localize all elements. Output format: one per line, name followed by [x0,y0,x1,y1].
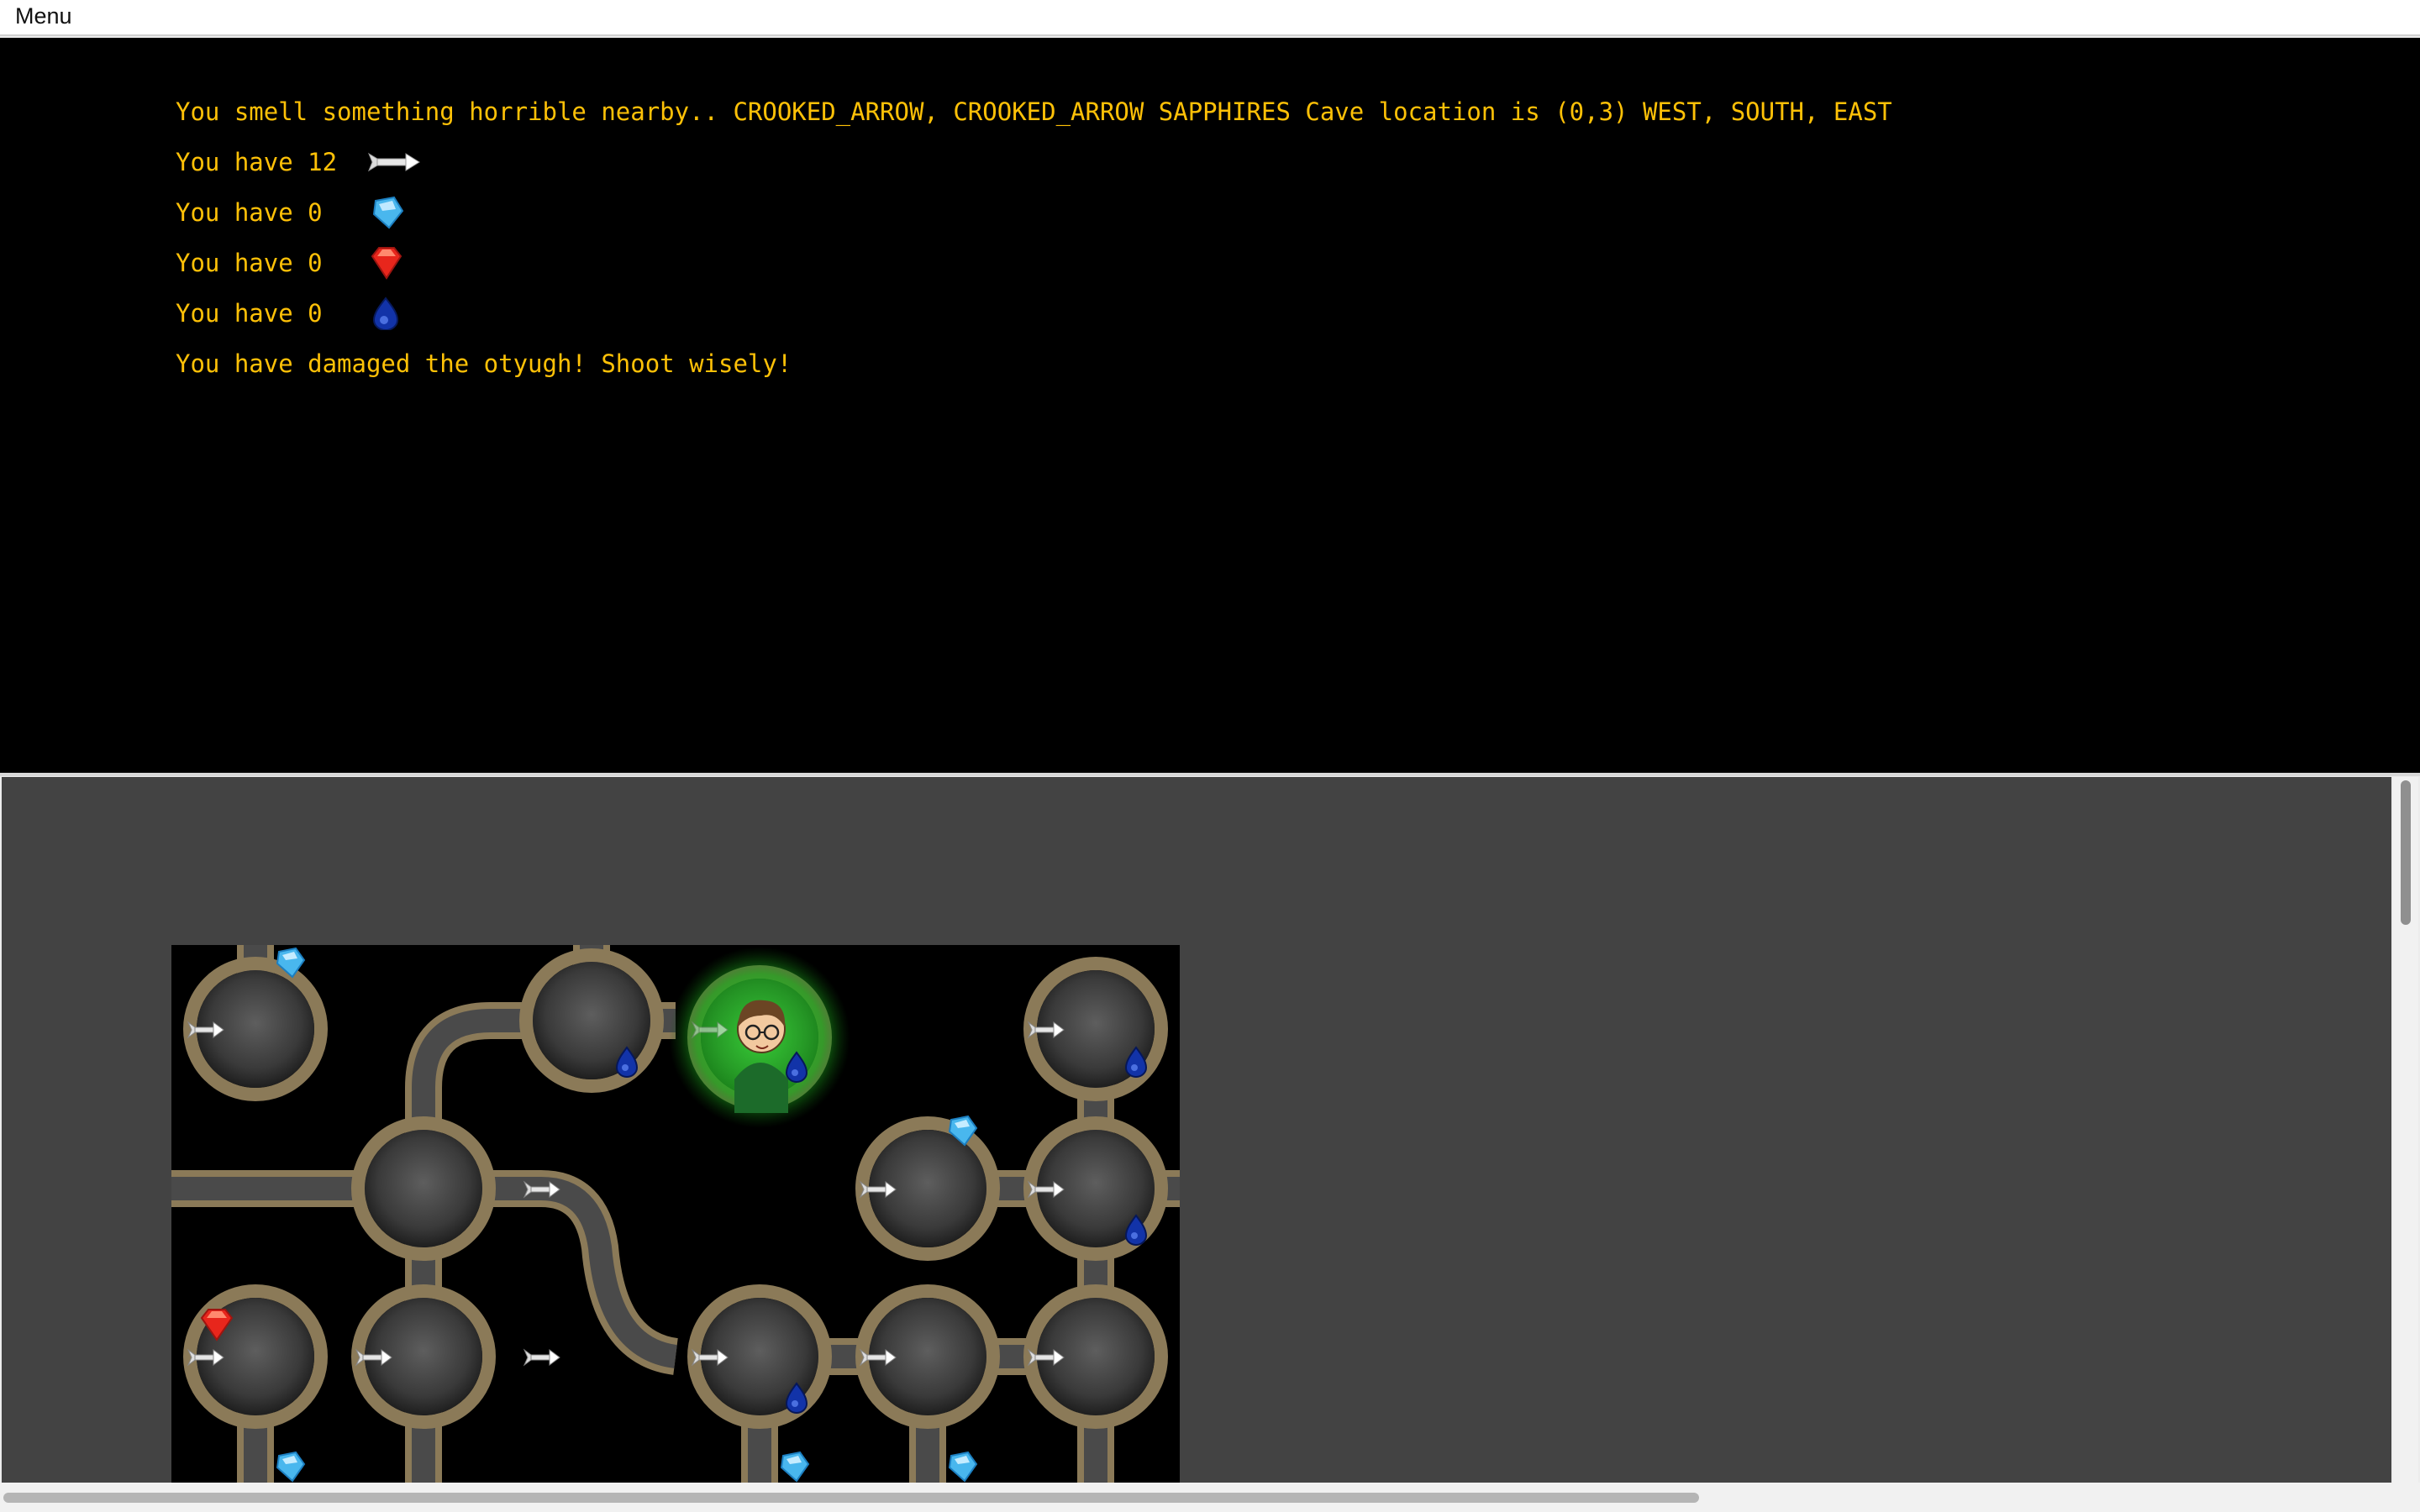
horizontal-scroll-thumb[interactable] [3,1493,1699,1503]
sapphire-body [948,1451,978,1483]
cave [365,1130,482,1247]
menu-button[interactable]: Menu [15,3,72,29]
arrow-shaft [1033,1354,1056,1361]
sapphire-icon [276,1451,306,1483]
sapphire-body [780,1451,810,1483]
arrow-shaft [529,1186,552,1193]
vertical-scroll-thumb[interactable] [2401,780,2411,925]
sapphire-icon [948,1451,978,1483]
arrows-count-text: You have 12 [176,148,338,176]
arrows-count-row: You have 12 [176,145,420,179]
diamond-shine [1131,1232,1138,1239]
menu-bar: Menu [0,0,2420,36]
sapphires-count-text: You have 0 [176,198,323,227]
arrow-shaft [697,1026,720,1033]
arrow-icon [367,152,420,172]
sapphire-body [276,1451,306,1483]
vertical-scrollbar[interactable] [2393,777,2418,1483]
arrow-shaft [697,1354,720,1361]
sapphire-icon [372,196,404,229]
arrow-shaft [360,1354,384,1361]
arrow-shaft [529,1354,552,1361]
rubies-count-row: You have 0 [176,246,402,280]
info-panel: You smell something horrible nearby.. CR… [0,38,2420,773]
game-viewport[interactable] [2,777,2391,1483]
ruby-icon [371,247,402,280]
dungeon-map [171,945,1180,1483]
diamond-shine [792,1400,798,1407]
status-line: You smell something horrible nearby.. CR… [176,97,1892,126]
arrow-shaft [192,1354,216,1361]
arrow-shaft [1033,1186,1056,1193]
diamonds-count-row: You have 0 [176,297,399,330]
sapphires-count-row: You have 0 [176,196,404,229]
diamond-shine [792,1069,798,1076]
diamond-shine [1131,1064,1138,1071]
diamonds-count-text: You have 0 [176,299,323,328]
arrow-fletching [523,1348,532,1367]
horizontal-scrollbar[interactable] [0,1483,2420,1512]
panel-divider [0,773,2420,776]
arrow-shaft [192,1026,216,1033]
arrow-icon [523,1348,560,1367]
arrow-head [549,1349,560,1366]
arrow-shaft [865,1186,888,1193]
message-line: You have damaged the otyugh! Shoot wisel… [176,349,792,378]
diamond-icon [372,297,399,330]
arrow-shaft [865,1354,888,1361]
sapphire-icon [780,1451,810,1483]
dungeon-map-canvas [171,945,1180,1483]
diamond-shine [622,1064,629,1071]
rubies-count-text: You have 0 [176,249,323,277]
arrow-shaft [1033,1026,1056,1033]
